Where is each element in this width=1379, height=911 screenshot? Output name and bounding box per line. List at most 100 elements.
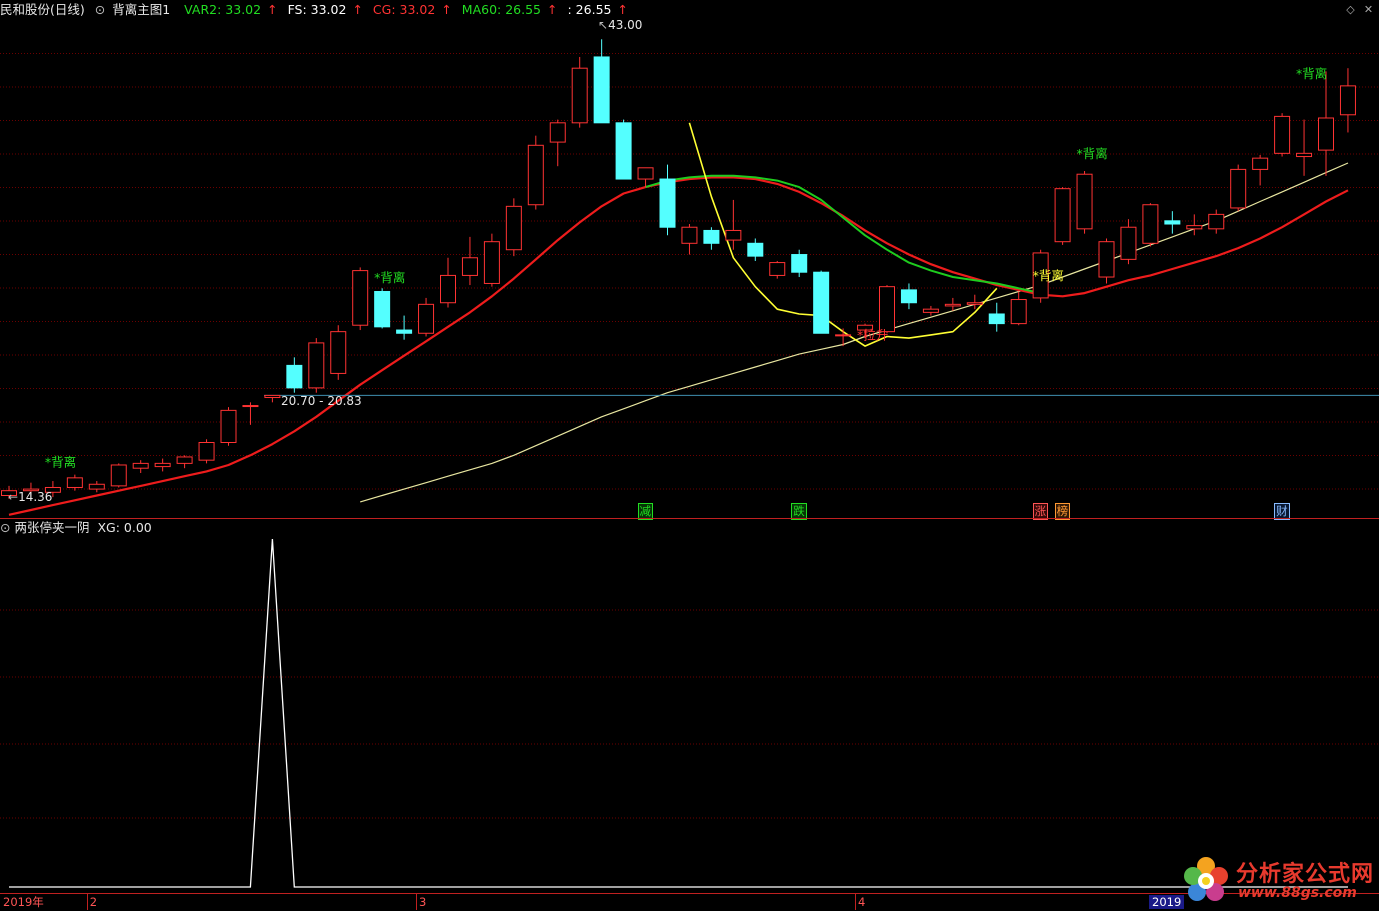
main-header: 民和股份(日线) ⊙ 背离主图1 VAR2: 33.02 ↑ FS: 33.02 ↑ C… [0,0,640,20]
header-value-2: CG: 33.02 [372,2,436,17]
candle-body-up [461,257,478,276]
header-value-0: VAR2: 33.02 [184,2,262,17]
candle [132,460,149,474]
candle [1186,214,1203,236]
axis-tick [855,894,857,910]
candle [264,394,281,403]
main-price-chart[interactable]: *背离 *背离 *拉升 *背离 *背离 *背离 [0,0,1379,519]
watermark-title: 分析家公式网 [1236,862,1375,887]
candle-body-up [879,286,895,333]
candle-body-up [505,205,522,251]
candle-body-down [900,289,917,304]
candle [1098,238,1115,284]
candle [505,198,522,257]
indicator-toggle-icon-2[interactable]: ⊙ [0,520,10,535]
indicator-header: ⊙ 两张停夹一阴 XG: 0.00 [0,519,152,537]
restore-icon[interactable]: ◇ [1344,3,1357,16]
candle [1252,154,1269,186]
candle-body-up [769,262,786,276]
up-arrow-icon: ↑ [547,2,558,17]
candle-body-up [1054,188,1071,243]
candle-body-up [1318,117,1334,151]
candle [1054,187,1071,245]
candle-body-up [264,394,281,399]
up-arrow-icon: ↑ [617,2,628,17]
candle-body-up [66,477,83,488]
candle [242,402,259,425]
high-arrow-icon: ↖ [598,18,609,32]
candle-body-up [1230,168,1247,209]
low-arrow-icon: ← [8,490,19,504]
candle [549,119,566,167]
stock-chart-window: *背离 *背离 *拉升 *背离 *背离 *背离 民和股份(日线) ⊙ 背离主图1 VAR2… [0,0,1379,911]
indicator-toggle-icon[interactable]: ⊙ [95,2,105,17]
candle [703,227,720,250]
candle [154,458,171,472]
candle-body-up [1076,173,1093,230]
signal-label: *背离 [374,270,405,285]
candle-body-up [330,331,347,374]
candle-body-up [176,456,193,464]
candle [110,463,127,488]
watermark: 分析家公式网 www.88gs.com [1178,852,1378,908]
band-price-label: 20.70 - 20.83 [281,394,362,408]
candle [1208,209,1225,234]
candle [483,233,500,287]
watermark-url: www.88gs.com [1238,885,1357,901]
candle [220,407,237,446]
candle-body-down [593,56,610,124]
candle [879,285,895,334]
candle [1274,113,1291,157]
header-values: VAR2: 33.02 ↑ FS: 33.02 ↑ CG: 33.02 ↑ MA60: 26… [180,2,634,17]
price-grid [0,53,1379,490]
candle-body-up [1252,157,1269,170]
candle-body-up [242,405,259,408]
candle [527,135,544,210]
candle [835,328,852,347]
signal-label: *背离 [1077,146,1108,161]
candle [747,238,764,261]
candle-body-up [725,229,742,241]
up-arrow-icon: ↑ [441,2,452,17]
candle-body-up [1142,204,1159,244]
low-price-label: ←14.36 [8,490,52,504]
axis-label: 4 [858,895,866,909]
candle [88,481,105,493]
axis-tick [416,894,418,910]
candle [286,357,303,393]
header-value-4: : 26.55 [567,2,612,17]
indicator-chart[interactable] [0,519,1379,893]
close-icon[interactable]: ✕ [1362,3,1375,16]
candle [66,474,83,491]
candle-body-down [1164,220,1181,225]
candle [198,439,215,464]
candle-body-down [615,122,632,180]
flower-logo-icon [1184,857,1228,901]
signal-label: *拉升 [857,328,888,343]
candle-body-up [835,334,852,337]
candle-body-up [1186,225,1203,230]
candle-body-down [286,364,303,389]
candle-body-up [1339,85,1356,116]
candle [593,39,610,124]
candle [791,249,808,278]
indicator-name[interactable]: 背离主图1 [112,2,170,17]
stock-title: 民和股份(日线) [0,2,85,17]
candle [1296,119,1313,176]
candle-body-up [308,342,325,389]
candle-body-up [1120,226,1137,260]
indicator-panel-name[interactable]: 两张停夹一阴 [14,520,89,535]
candle [352,267,369,331]
candle [769,260,786,279]
candle-body-up [527,144,544,206]
candle [813,270,830,334]
candle-body-up [352,270,369,326]
candle-body-up [220,409,237,443]
candle-body-up [571,67,588,124]
candle-body-up [944,303,961,307]
candle [681,224,698,255]
candle [1076,171,1093,234]
candle-body-up [154,462,171,468]
candle [418,297,435,337]
high-price-label: ↖43.00 [598,18,642,32]
